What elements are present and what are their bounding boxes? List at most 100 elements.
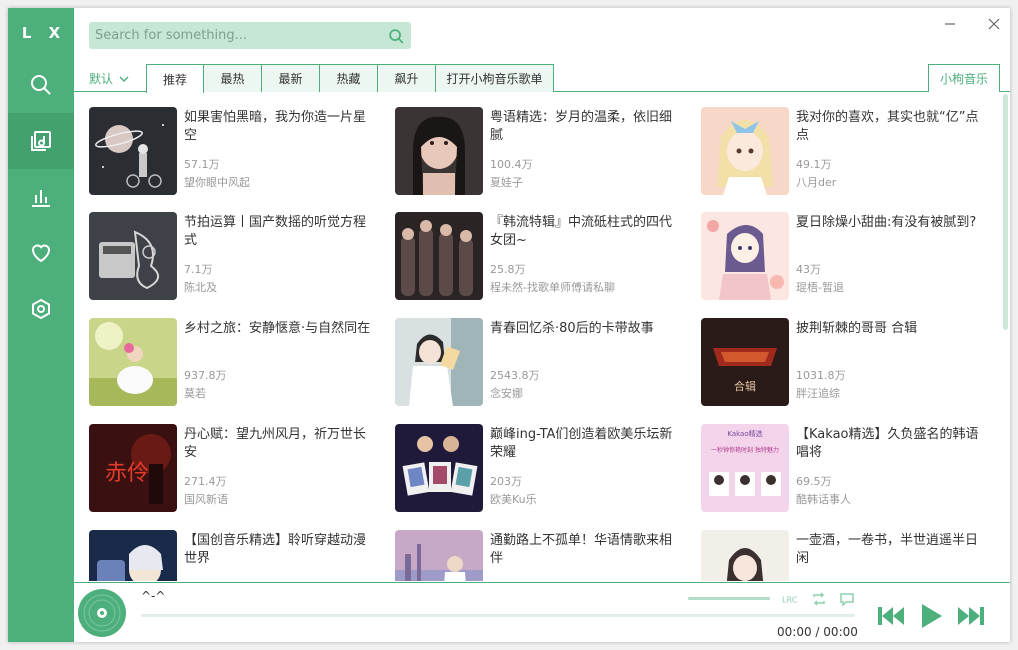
playlist-author: 国风新语 xyxy=(184,493,228,506)
chart-icon xyxy=(32,190,50,207)
repeat-button[interactable] xyxy=(810,591,828,607)
time-display: 00:00 / 00:00 xyxy=(777,625,858,639)
cover-caption: 赤伶 xyxy=(105,461,149,486)
comment-icon xyxy=(840,593,854,607)
player-extra-controls: LRC xyxy=(782,591,856,607)
playlist-author: 莫若 xyxy=(184,387,206,400)
prev-button[interactable] xyxy=(876,605,906,627)
minimize-button[interactable] xyxy=(942,16,958,32)
chevron-down-icon xyxy=(119,76,129,82)
search-button[interactable] xyxy=(385,25,407,47)
playlist-card[interactable]: Kakao精选 一秒钟惊艳时刻 独特魅力 【Kakao精选】久负盛名的韩语唱将 6… xyxy=(701,424,989,514)
playlist-plays: 271.4万 xyxy=(184,475,227,488)
sidebar-item-favorites[interactable] xyxy=(8,225,74,281)
playlist-card[interactable]: 乡村之旅：安静惬意·与自然同在 937.8万 莫若 xyxy=(89,318,385,408)
playlist-card[interactable]: 『韩流特辑』中流砥柱式的四代女团~ 25.8万 程未然-找歌单师傅请私聊 xyxy=(395,212,691,302)
search-input[interactable] xyxy=(89,22,379,49)
tab-open-playlist[interactable]: 打开小枸音乐歌单 xyxy=(435,64,554,92)
time-total: 00:00 xyxy=(823,625,858,639)
tab-hottest[interactable]: 最热 xyxy=(203,64,262,92)
play-button[interactable] xyxy=(918,603,944,629)
playlist-card[interactable]: 节拍运算丨国产数摇的听觉方程式 7.1万 陈北及 xyxy=(89,212,385,302)
music-library-icon xyxy=(31,131,51,151)
playlist-plays: 43万 xyxy=(796,263,821,276)
playlist-card[interactable]: 合辑 披荆斩棘的哥哥 合辑 1031.8万 胖汪追综 xyxy=(701,318,989,408)
playlist-author: 酷韩话事人 xyxy=(796,493,851,506)
playlist-card[interactable]: 我对你的喜欢，其实也就“亿”点点 49.1万 八月der xyxy=(701,107,989,197)
settings-icon xyxy=(32,298,50,320)
playlist-plays: 937.8万 xyxy=(184,369,227,382)
playlist-plays: 203万 xyxy=(490,475,522,488)
playlist-card[interactable]: 通勤路上不孤单！华语情歌来相伴 xyxy=(395,530,691,581)
playlist-cover: 合辑 xyxy=(701,318,789,406)
progress-bar[interactable] xyxy=(141,614,855,617)
playlist-title: 巅峰ing-TA们创造着欧美乐坛新荣耀 xyxy=(490,427,673,460)
comment-button[interactable] xyxy=(838,591,856,607)
playlist-card[interactable]: 青春回忆杀·80后的卡带故事 2543.8万 念安娜 xyxy=(395,318,691,408)
album-disc[interactable] xyxy=(77,588,127,638)
playlist-title: 乡村之旅：安静惬意·与自然同在 xyxy=(184,321,371,336)
sidebar: L X xyxy=(8,8,74,642)
playlist-cover xyxy=(701,530,789,581)
time-current: 00:00 xyxy=(777,625,812,639)
close-icon xyxy=(988,18,1000,30)
sidebar-item-search[interactable] xyxy=(8,57,74,113)
playlist-title: 【Kakao精选】久负盛名的韩语唱将 xyxy=(796,427,979,460)
lyric-button[interactable]: LRC xyxy=(782,591,800,607)
playlist-title: 青春回忆杀·80后的卡带故事 xyxy=(490,321,654,336)
playlist-card[interactable]: 夏日除燥小甜曲:有没有被腻到? 43万 琨梧-暂退 xyxy=(701,212,989,302)
time-separator: / xyxy=(815,625,820,639)
playlist-plays: 49.1万 xyxy=(796,158,832,171)
player-bar: ^-^ LRC 00:00 / 00:00 xyxy=(74,582,1010,642)
playlist-title: 披荆斩棘的哥哥 合辑 xyxy=(796,321,918,336)
app-logo: L X xyxy=(21,24,67,42)
playlist-cover: 赤伶 xyxy=(89,424,177,512)
playlist-card[interactable]: 巅峰ing-TA们创造着欧美乐坛新荣耀 203万 欧美Ku乐 xyxy=(395,424,691,514)
playlist-card[interactable]: 一壶酒，一卷书，半世逍遥半日闲 xyxy=(701,530,989,581)
sidebar-item-songlist[interactable] xyxy=(8,113,74,169)
scrollbar[interactable] xyxy=(1003,94,1008,330)
tab-recommend[interactable]: 推荐 xyxy=(146,64,204,93)
lyric-icon: LRC xyxy=(782,595,798,605)
heart-icon xyxy=(31,244,51,263)
playlist-author: 陈北及 xyxy=(184,281,217,294)
search-icon xyxy=(31,75,51,95)
playlist-author: 念安娜 xyxy=(490,387,523,400)
playlist-cover xyxy=(395,107,483,195)
playlist-author: 程未然-找歌单师傅请私聊 xyxy=(490,281,615,294)
playlist-card[interactable]: 【国创音乐精选】聆听穿越动漫世界 xyxy=(89,530,385,581)
sort-select-value: 默认 xyxy=(89,72,114,86)
playlist-title: 节拍运算丨国产数摇的听觉方程式 xyxy=(184,215,367,248)
playlist-plays: 7.1万 xyxy=(184,263,213,276)
tab-hot-collect[interactable]: 热藏 xyxy=(319,64,378,92)
track-name: ^-^ xyxy=(141,589,166,603)
playlist-author: 琨梧-暂退 xyxy=(796,281,844,294)
playlist-card[interactable]: 赤伶 丹心赋：望九州风月，祈万世长安 271.4万 国风新语 xyxy=(89,424,385,514)
playlist-title: 夏日除燥小甜曲:有没有被腻到? xyxy=(796,215,977,230)
search-icon xyxy=(388,28,403,43)
playlist-plays: 25.8万 xyxy=(490,263,526,276)
tab-newest[interactable]: 最新 xyxy=(261,64,320,92)
playlist-title: 『韩流特辑』中流砥柱式的四代女团~ xyxy=(490,215,673,248)
next-icon xyxy=(958,607,984,625)
tab-rising[interactable]: 飙升 xyxy=(377,64,436,92)
playlist-cover xyxy=(701,107,789,195)
volume-slider[interactable] xyxy=(688,597,770,600)
sort-select[interactable]: 默认 xyxy=(89,70,129,87)
playlist-grid: 如果害怕黑暗，我为你造一片星空 57.1万 望你眼中风起 粤语精选：岁月的温柔，… xyxy=(89,107,989,581)
close-button[interactable] xyxy=(986,16,1002,32)
playlist-card[interactable]: 如果害怕黑暗，我为你造一片星空 57.1万 望你眼中风起 xyxy=(89,107,385,197)
playlist-plays: 100.4万 xyxy=(490,158,533,171)
sidebar-item-leaderboard[interactable] xyxy=(8,169,74,225)
sidebar-item-settings[interactable] xyxy=(8,281,74,337)
playlist-author: 夏娃子 xyxy=(490,176,523,189)
play-icon xyxy=(922,604,942,628)
window-controls xyxy=(942,16,1002,32)
playlist-plays: 57.1万 xyxy=(184,158,220,171)
playlist-title: 如果害怕黑暗，我为你造一片星空 xyxy=(184,110,367,143)
disc-icon xyxy=(78,589,126,637)
playlist-plays: 1031.8万 xyxy=(796,369,846,382)
source-selector[interactable]: 小枸音乐 xyxy=(928,64,1000,92)
next-button[interactable] xyxy=(956,605,986,627)
playlist-card[interactable]: 粤语精选：岁月的温柔，依旧细腻 100.4万 夏娃子 xyxy=(395,107,691,197)
